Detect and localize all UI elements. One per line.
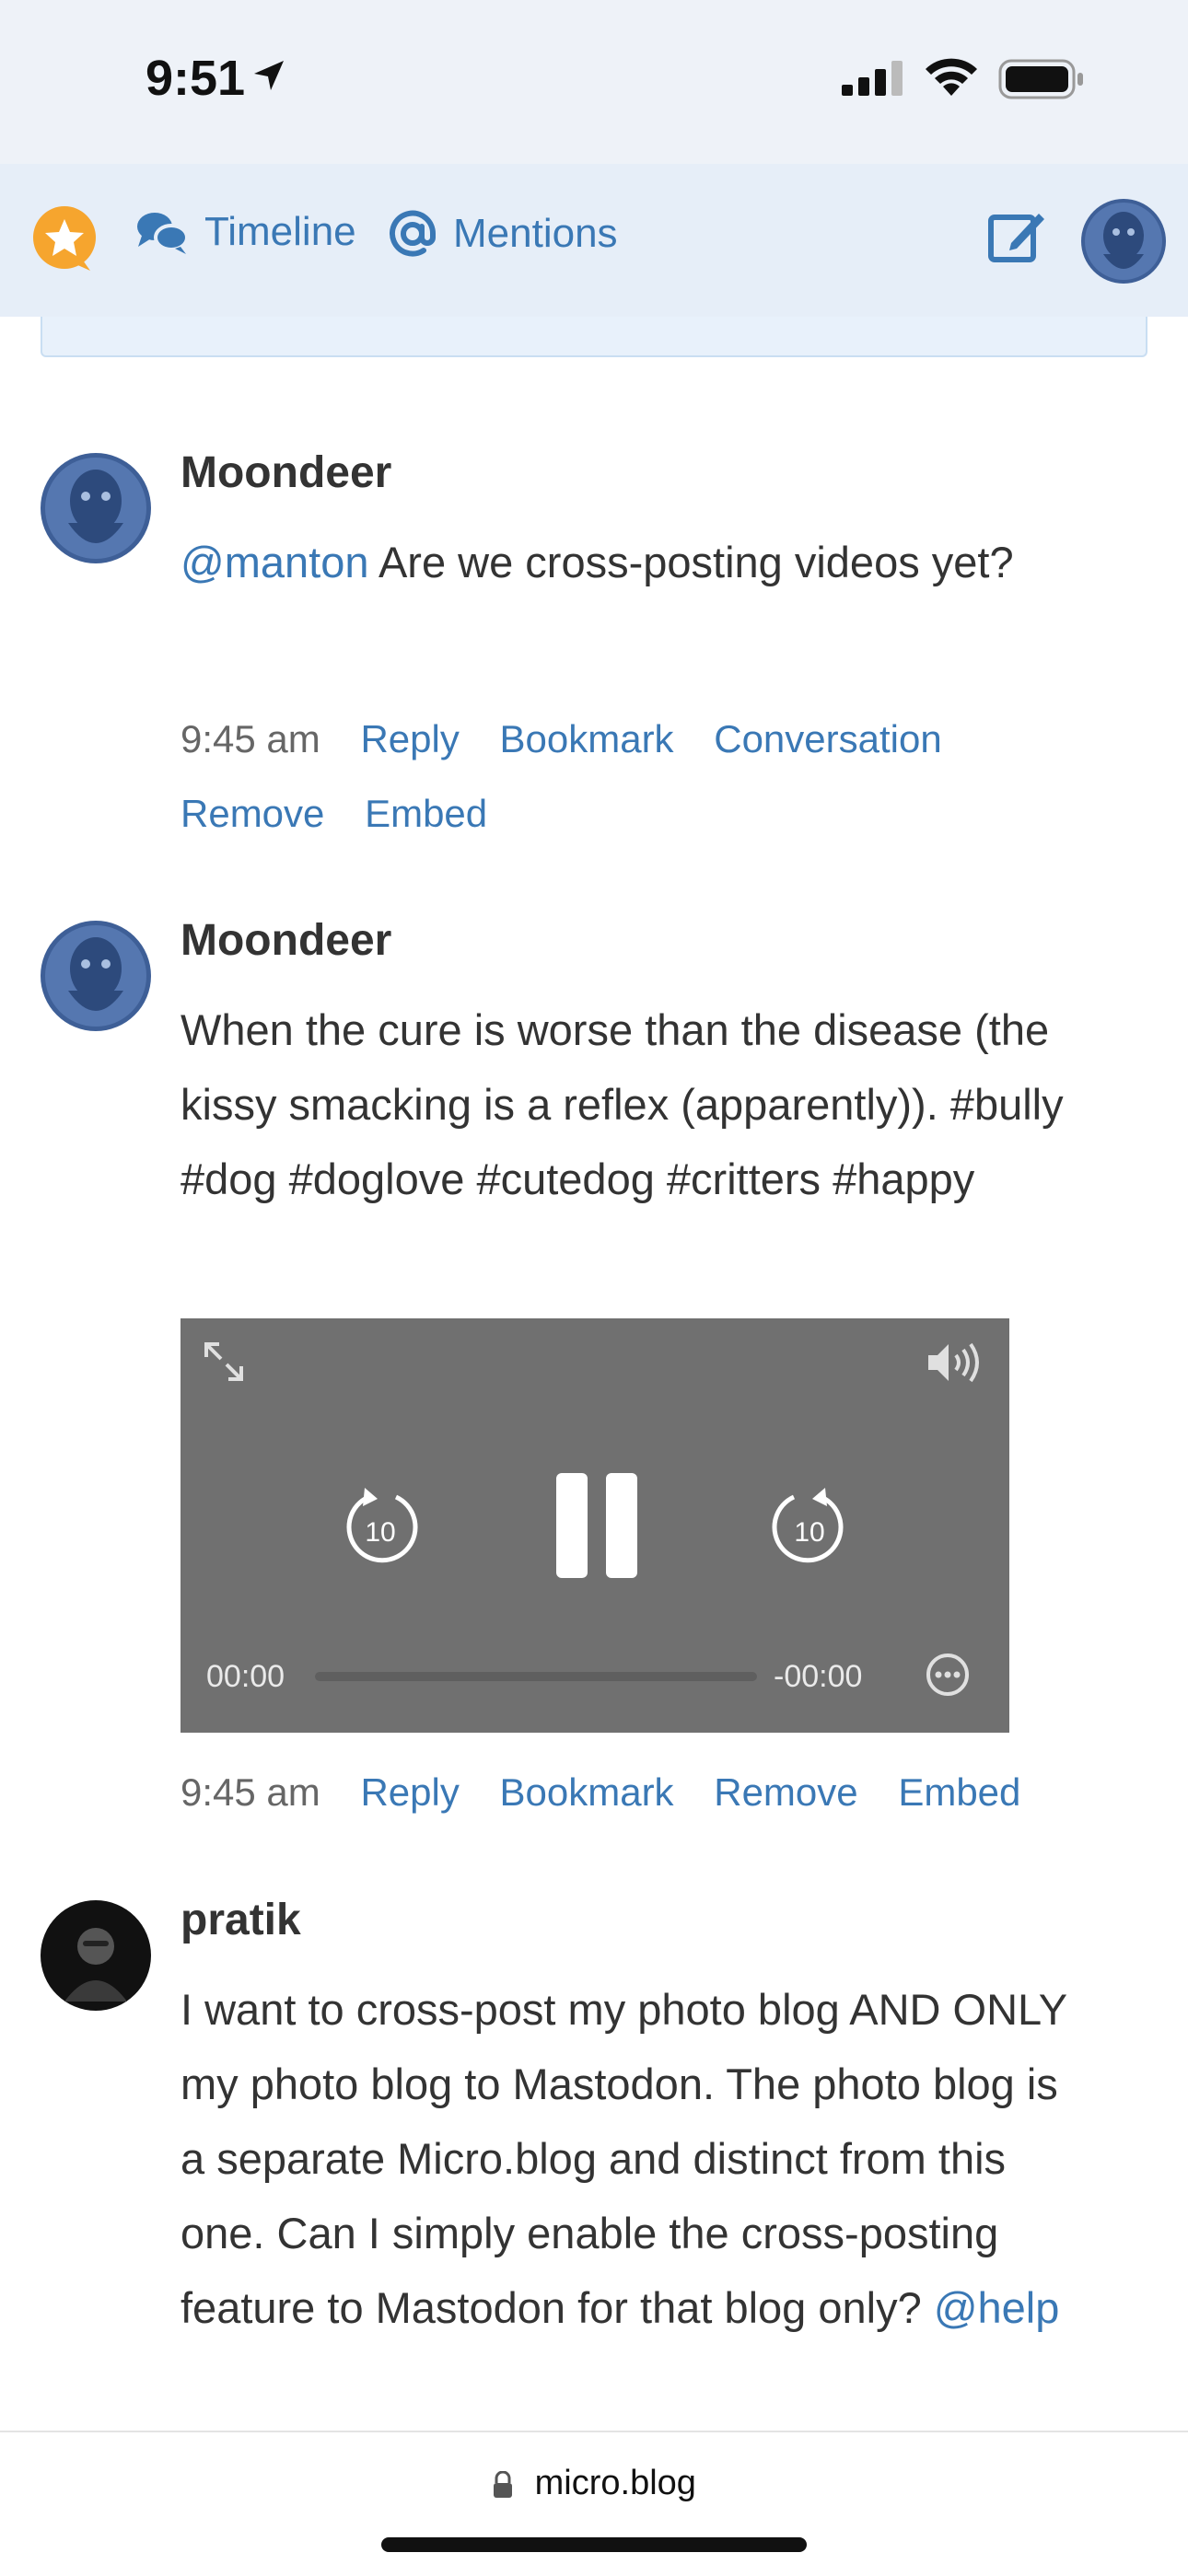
star-badge-icon[interactable] [29, 204, 99, 274]
timeline-label: Timeline [204, 209, 356, 254]
mentions-label: Mentions [453, 211, 618, 256]
lock-icon [494, 2470, 513, 2498]
current-time: 00:00 [206, 1659, 285, 1694]
reply-link[interactable]: Reply [360, 702, 459, 776]
svg-text:10: 10 [794, 1517, 824, 1548]
video-player[interactable]: 10 10 00:00 -00:00 [181, 1318, 1009, 1733]
embed-link[interactable]: Embed [365, 776, 487, 851]
post-time[interactable]: 9:45 am [181, 702, 320, 776]
status-time: 9:51 [146, 51, 246, 106]
user-avatar[interactable] [1081, 199, 1166, 284]
mention-link[interactable]: @help [934, 2283, 1060, 2332]
url-domain: micro.blog [534, 2464, 696, 2502]
compose-icon[interactable] [987, 208, 1048, 263]
home-indicator [381, 2537, 807, 2552]
location-arrow-icon [254, 61, 284, 90]
remove-link[interactable]: Remove [714, 1755, 857, 1829]
banner-edge [41, 317, 1147, 357]
bookmark-link[interactable]: Bookmark [500, 702, 674, 776]
post-body: @manton Are we cross-posting videos yet? [181, 525, 1083, 599]
post-body: I want to cross-post my photo blog AND O… [181, 1972, 1083, 2345]
timeline-link[interactable]: Timeline [134, 208, 356, 256]
post-time[interactable]: 9:45 am [181, 1755, 320, 1829]
avatar[interactable] [41, 1900, 151, 2011]
post-text: I want to cross-post my photo blog AND O… [181, 1985, 1067, 2332]
post-author[interactable]: Moondeer [181, 915, 391, 966]
skip-back-10-icon[interactable]: 10 [341, 1484, 420, 1569]
avatar[interactable] [41, 453, 151, 563]
wifi-icon [926, 58, 977, 96]
post-author[interactable]: pratik [181, 1895, 301, 1945]
svg-text:10: 10 [365, 1517, 395, 1548]
url-bar[interactable]: micro.blog [0, 2431, 1188, 2576]
mentions-link[interactable]: Mentions [387, 208, 618, 260]
pause-icon[interactable] [554, 1471, 639, 1580]
embed-link[interactable]: Embed [898, 1755, 1020, 1829]
more-options-icon[interactable] [925, 1652, 971, 1698]
remove-link[interactable]: Remove [181, 776, 324, 851]
url-display[interactable]: micro.blog [0, 2464, 1188, 2503]
battery-icon [998, 59, 1083, 99]
post-text: When the cure is worse than the disease … [181, 1005, 1064, 1203]
cellular-signal-icon [842, 61, 903, 96]
progress-bar[interactable] [315, 1672, 757, 1681]
conversation-link[interactable]: Conversation [714, 702, 941, 776]
fullscreen-icon[interactable] [201, 1339, 247, 1385]
status-bar: 9:51 [0, 0, 1188, 164]
post-author[interactable]: Moondeer [181, 447, 391, 498]
post-actions: 9:45 am Reply Bookmark Remove Embed [181, 1755, 1065, 1829]
avatar[interactable] [41, 921, 151, 1031]
post-actions: 9:45 am Reply Bookmark Conversation Remo… [181, 702, 1065, 851]
post-text: Are we cross-posting videos yet? [378, 538, 1014, 586]
at-sign-icon [390, 210, 437, 257]
skip-forward-10-icon[interactable]: 10 [770, 1484, 849, 1569]
reply-link[interactable]: Reply [360, 1755, 459, 1829]
volume-icon[interactable] [925, 1340, 989, 1385]
chat-bubbles-icon [137, 213, 189, 254]
mention-link[interactable]: @manton [181, 538, 368, 586]
bookmark-link[interactable]: Bookmark [500, 1755, 674, 1829]
remaining-time: -00:00 [774, 1659, 863, 1694]
